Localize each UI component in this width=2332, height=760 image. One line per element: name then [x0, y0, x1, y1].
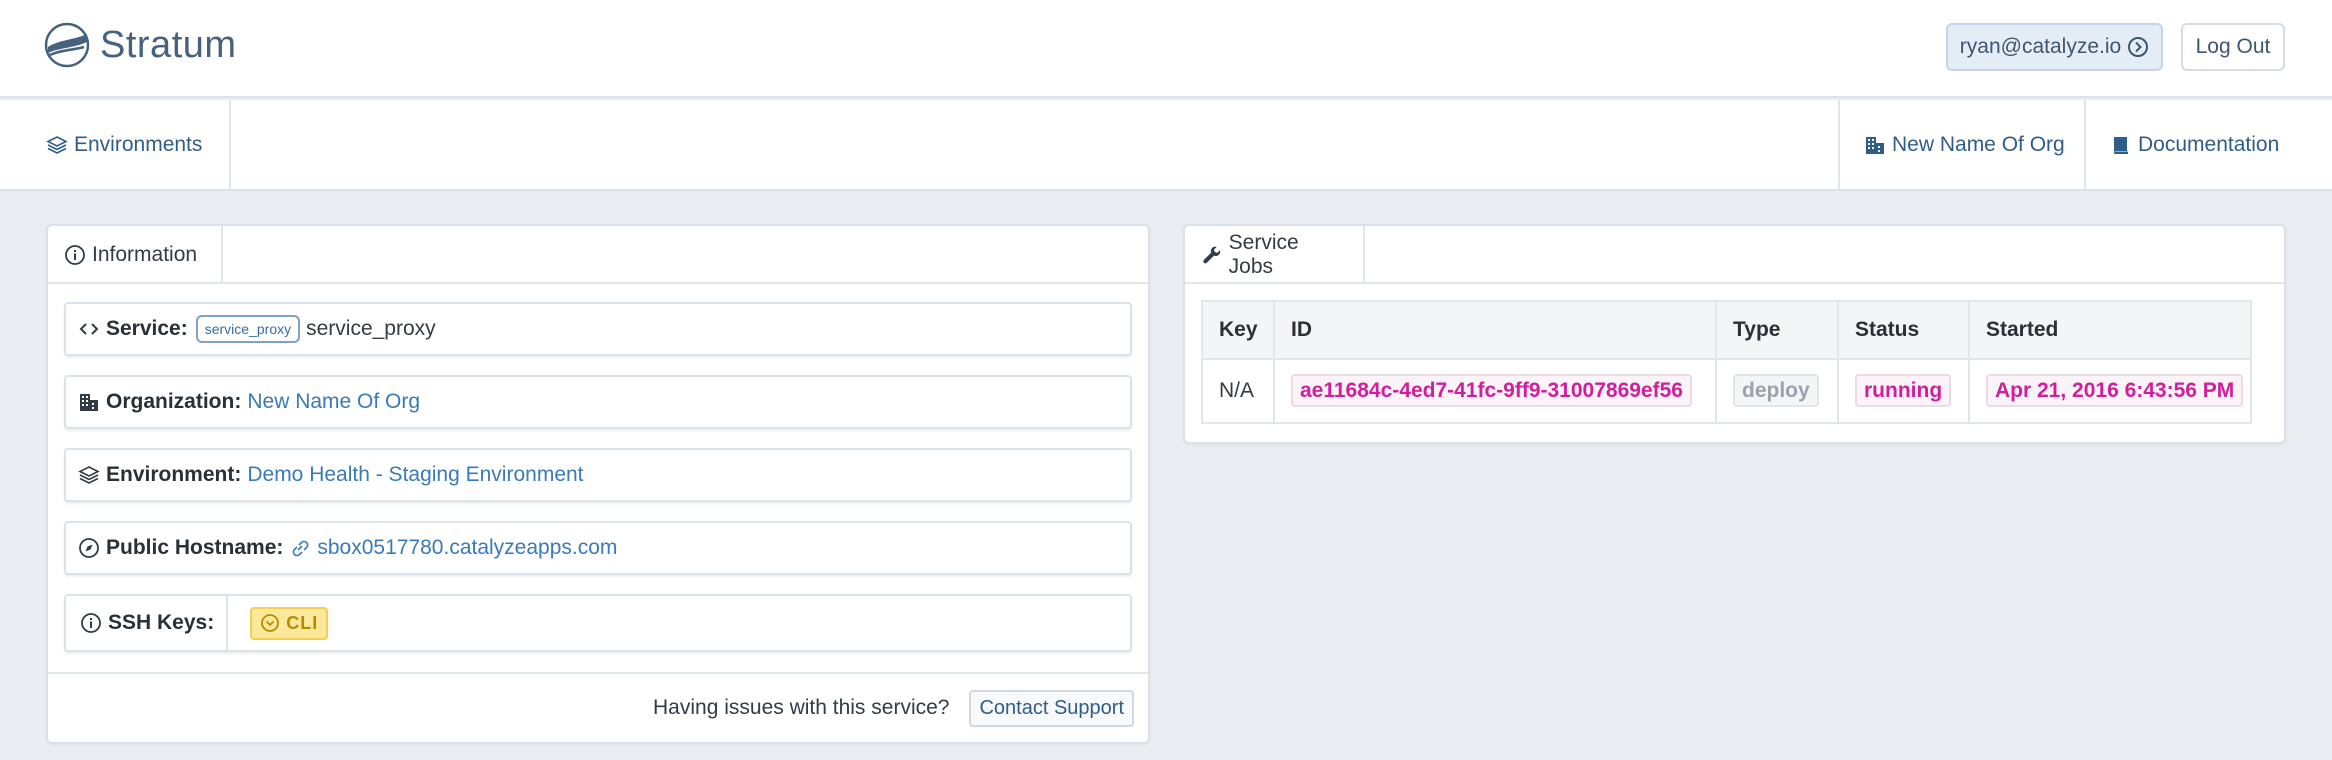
- chevron-right-circle-icon: [2128, 37, 2149, 57]
- top-header: Stratum ryan@catalyze.io Log Out: [0, 0, 2332, 98]
- job-started: Apr 21, 2016 6:43:56 PM: [1986, 374, 2244, 407]
- tab-service-jobs[interactable]: Service Jobs: [1185, 226, 1365, 284]
- app-logo[interactable]: Stratum: [44, 22, 237, 68]
- job-type-cell: deploy: [1715, 358, 1839, 424]
- nav-bar: Environments New Name Of Org Documentati…: [0, 100, 2332, 191]
- layers-icon: [46, 135, 68, 154]
- compass-icon: [79, 538, 99, 558]
- job-status-cell: running: [1837, 358, 1970, 424]
- cli-badge-label: CLI: [286, 612, 319, 633]
- building-icon: [80, 394, 98, 411]
- environment-link[interactable]: Demo Health - Staging Environment: [247, 463, 583, 487]
- book-icon: [2114, 136, 2128, 154]
- environment-label: Environment:: [106, 463, 242, 486]
- logout-button[interactable]: Log Out: [2181, 23, 2285, 71]
- table-header-row: Key ID Type Status Started: [1201, 300, 2252, 360]
- column-header-key: Key: [1201, 300, 1275, 360]
- job-type: deploy: [1733, 374, 1819, 407]
- information-panel-header: Information: [48, 226, 1148, 284]
- job-id: ae11684c-4ed7-41fc-9ff9-31007869ef56: [1291, 374, 1692, 407]
- public-hostname-link[interactable]: sbox0517780.catalyzeapps.com: [317, 536, 617, 560]
- organization-row: Organization: New Name Of Org: [64, 375, 1132, 429]
- service-row: Service: service_proxy service_proxy: [64, 302, 1132, 356]
- job-status: running: [1855, 374, 1952, 407]
- nav-environments[interactable]: Environments: [0, 100, 231, 189]
- chevron-down-circle-icon: [261, 614, 280, 632]
- stratum-logo-icon: [44, 22, 90, 68]
- ssh-keys-row: SSH Keys: CLI: [64, 594, 1132, 652]
- column-header-status: Status: [1837, 300, 1970, 360]
- environment-row: Environment: Demo Health - Staging Envir…: [64, 448, 1132, 502]
- organization-label: Organization:: [106, 390, 242, 413]
- column-header-id: ID: [1273, 300, 1717, 360]
- service-jobs-table: Key ID Type Status Started N/A ae11684c-…: [1201, 300, 2252, 424]
- layers-icon: [78, 466, 100, 484]
- cli-badge[interactable]: CLI: [250, 606, 329, 640]
- app-name: Stratum: [100, 23, 237, 66]
- information-panel: Information Service: service_proxy servi…: [46, 224, 1150, 744]
- job-id-cell: ae11684c-4ed7-41fc-9ff9-31007869ef56: [1273, 358, 1717, 424]
- user-email: ryan@catalyze.io: [1959, 35, 2122, 58]
- ssh-keys-label-cell: SSH Keys:: [66, 596, 229, 650]
- job-started-cell: Apr 21, 2016 6:43:56 PM: [1968, 358, 2252, 424]
- column-header-type: Type: [1715, 300, 1839, 360]
- building-icon: [1866, 136, 1884, 154]
- public-hostname-row: Public Hostname: sbox0517780.catalyzeapp…: [64, 521, 1132, 575]
- service-jobs-panel-header: Service Jobs: [1185, 226, 2284, 284]
- support-prompt-text: Having issues with this service?: [653, 696, 950, 719]
- nav-environments-label: Environments: [74, 132, 203, 156]
- information-panel-footer: Having issues with this service? Contact…: [48, 672, 1148, 742]
- service-label: Service:: [106, 317, 188, 340]
- wrench-icon: [1203, 246, 1221, 264]
- info-icon: [81, 613, 101, 633]
- service-badge: service_proxy: [195, 315, 301, 343]
- nav-organization[interactable]: New Name Of Org: [1838, 100, 2086, 189]
- organization-link[interactable]: New Name Of Org: [247, 390, 420, 414]
- column-header-started: Started: [1968, 300, 2252, 360]
- job-key: N/A: [1201, 358, 1275, 424]
- contact-support-button[interactable]: Contact Support: [969, 689, 1134, 727]
- tab-service-jobs-label: Service Jobs: [1228, 231, 1299, 278]
- ssh-keys-label: SSH Keys:: [108, 611, 215, 634]
- tab-information[interactable]: Information: [48, 226, 223, 284]
- service-value: service_proxy: [306, 317, 436, 340]
- link-icon: [292, 540, 309, 557]
- service-jobs-panel: Service Jobs Key ID Type Status Started …: [1183, 224, 2286, 444]
- user-account-button[interactable]: ryan@catalyze.io: [1946, 23, 2163, 71]
- public-hostname-label: Public Hostname:: [106, 536, 284, 559]
- nav-documentation[interactable]: Documentation: [2086, 100, 2332, 189]
- nav-documentation-label: Documentation: [2138, 132, 2280, 156]
- code-icon: [79, 323, 99, 335]
- tab-information-label: Information: [92, 243, 198, 266]
- nav-organization-label: New Name Of Org: [1892, 132, 2065, 156]
- info-icon: [65, 245, 85, 265]
- table-row: N/A ae11684c-4ed7-41fc-9ff9-31007869ef56…: [1201, 358, 2252, 424]
